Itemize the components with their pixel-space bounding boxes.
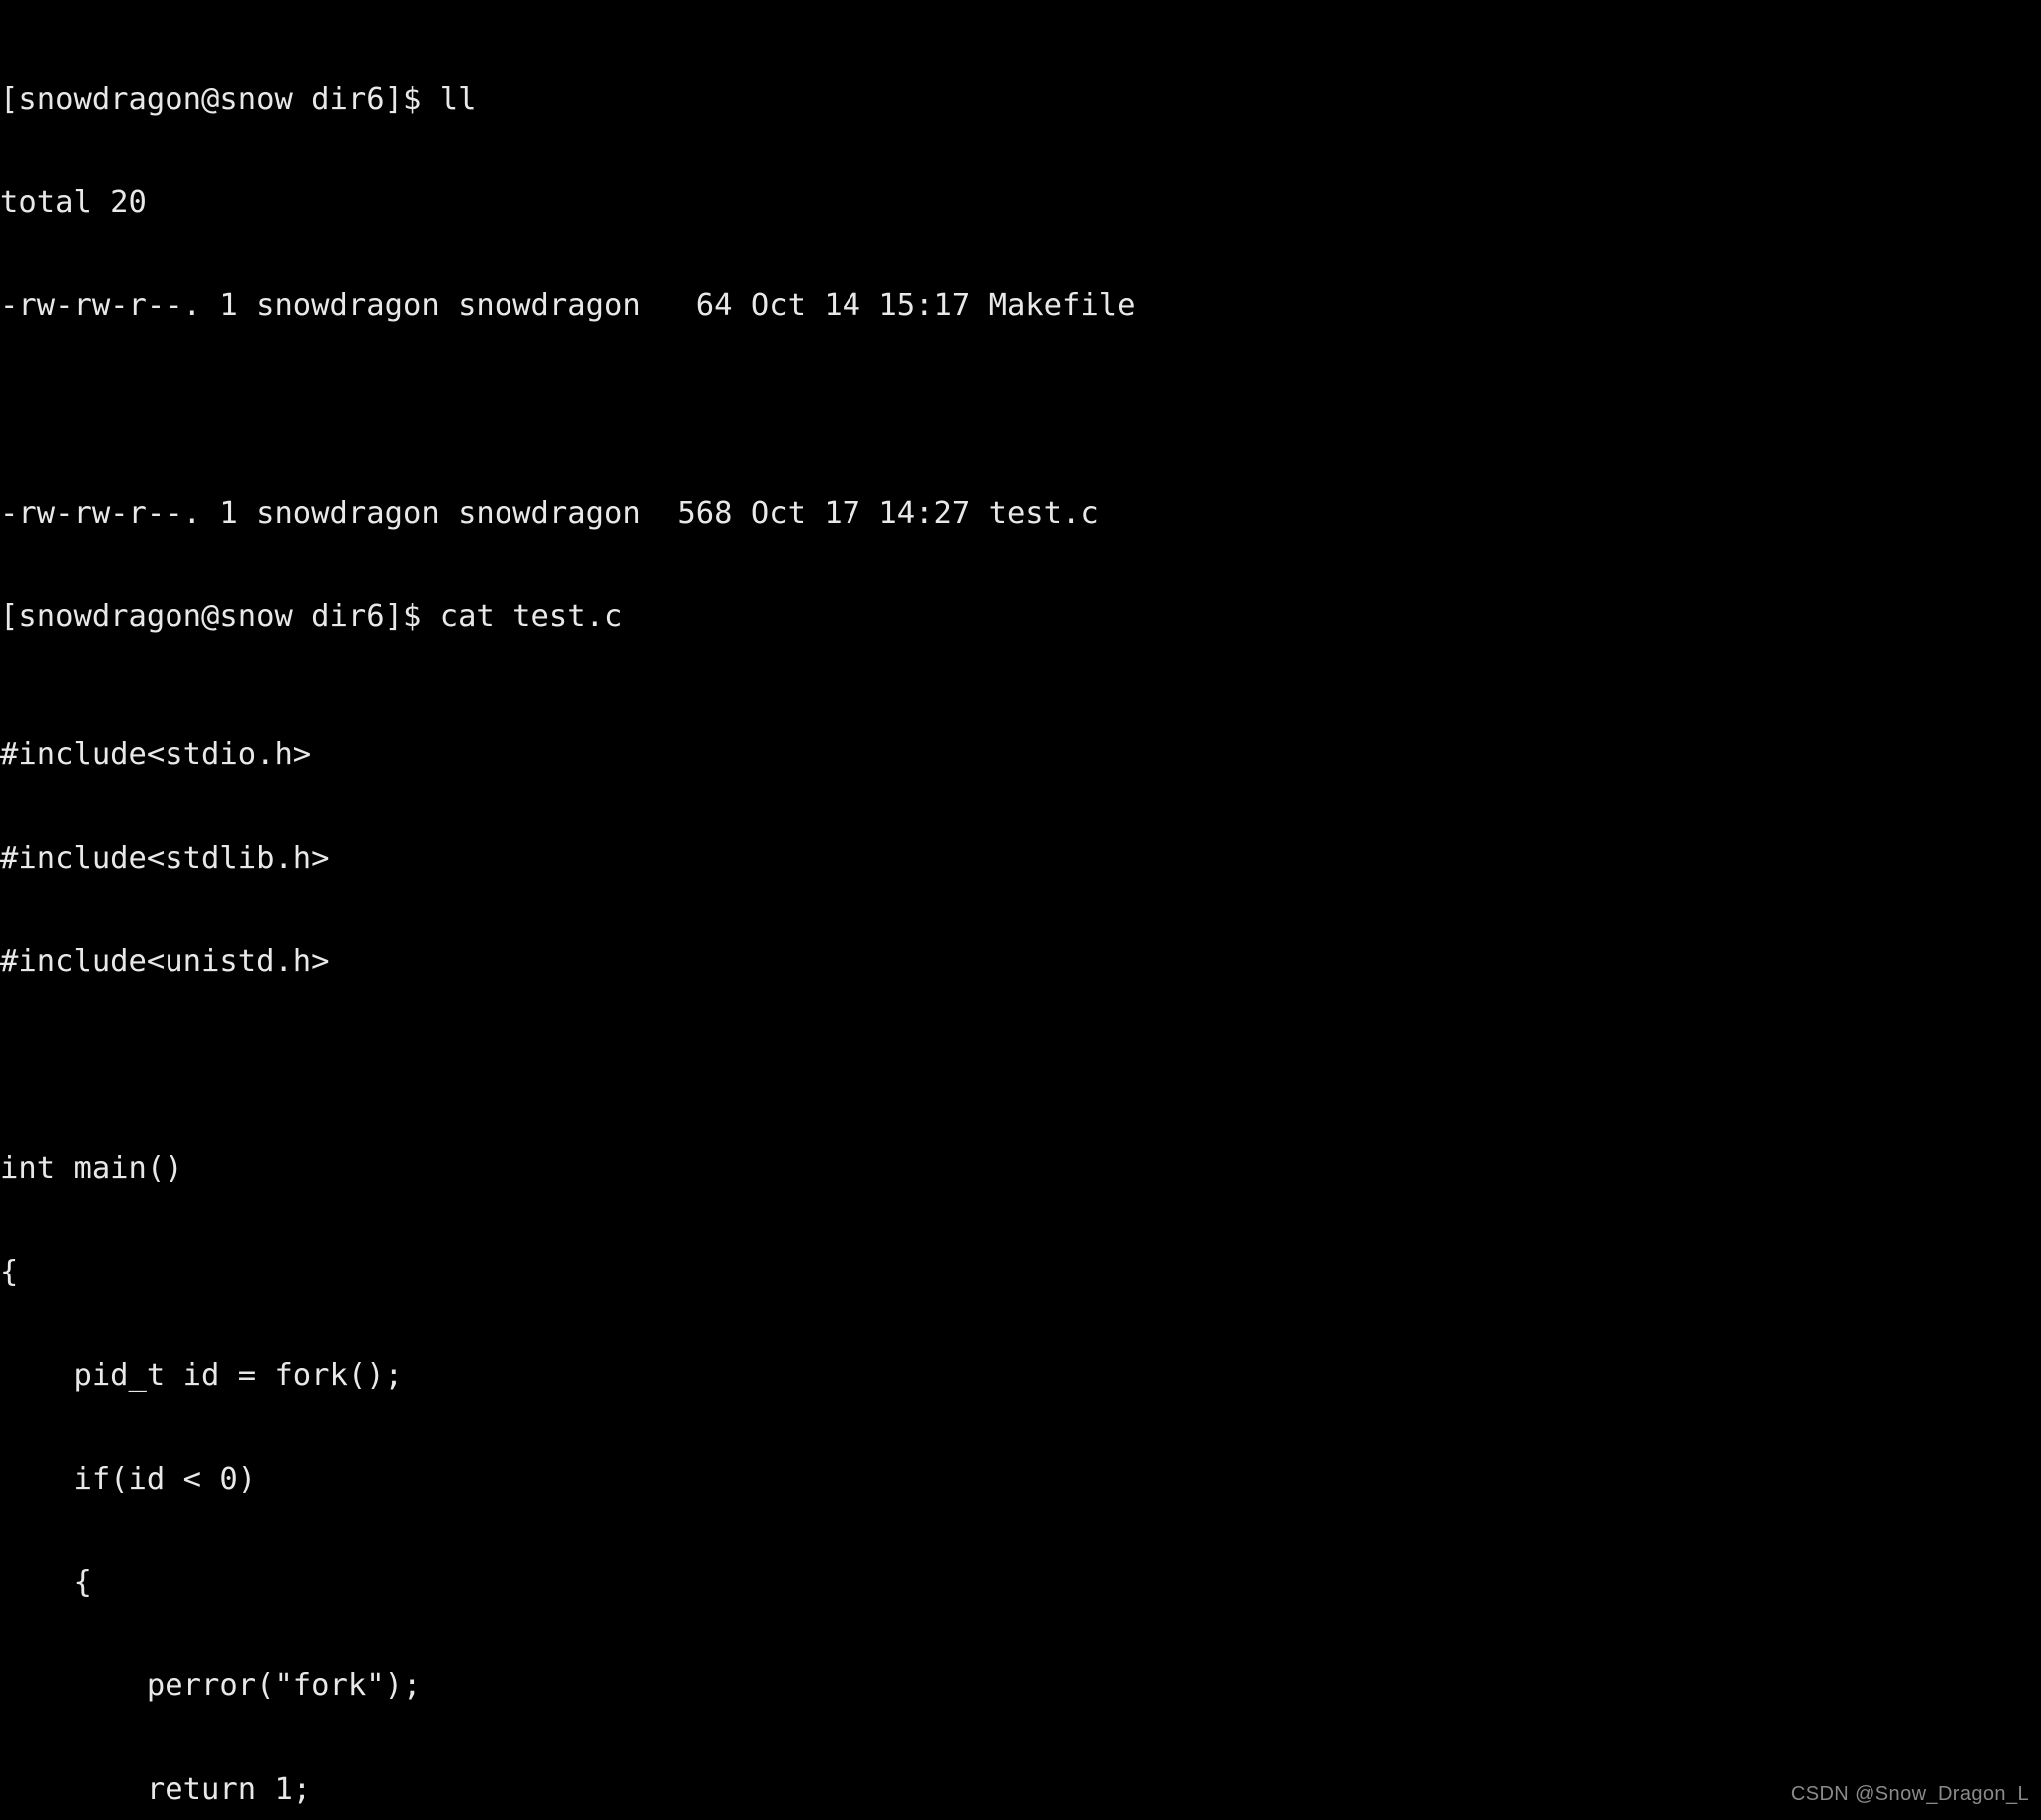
code-line-main-signature: int main() xyxy=(0,1152,183,1187)
code-line-fork-call: pid_t id = fork(); xyxy=(0,1358,403,1393)
terminal-window[interactable]: [snowdragon@snow dir6]$ ll total 20 -rw-… xyxy=(0,0,2041,1820)
terminal-line-command-cat: [snowdragon@snow dir6]$ cat test.c xyxy=(0,599,623,634)
code-line-include-unistd: #include<unistd.h> xyxy=(0,944,330,979)
terminal-line-file-testc: -rw-rw-r--. 1 snowdragon snowdragon 568 … xyxy=(0,496,1099,531)
csdn-watermark: CSDN @Snow_Dragon_L xyxy=(1790,1783,2029,1806)
code-line-blank-1 xyxy=(0,1048,2041,1083)
code-line-main-open-brace: { xyxy=(0,1255,19,1289)
terminal-line-file-test: -rwxrwxr-x. 1 snowdragon snowdragon 8664… xyxy=(0,393,2041,428)
file-row-prefix-test: -rwxrwxr-x. 1 snowdragon snowdragon 8664… xyxy=(110,427,1099,428)
code-line-if-id-negative: if(id < 0) xyxy=(0,1462,257,1497)
code-line-if-open-brace: { xyxy=(0,1566,92,1601)
code-line-perror-fork: perror("fork"); xyxy=(0,1669,422,1704)
terminal-line-file-makefile: -rw-rw-r--. 1 snowdragon snowdragon 64 O… xyxy=(0,289,1136,324)
code-line-return-1: return 1; xyxy=(0,1772,312,1807)
code-line-include-stdio: #include<stdio.h> xyxy=(0,738,312,773)
terminal-screen: [snowdragon@snow dir6]$ ll total 20 -rw-… xyxy=(0,0,2041,1820)
terminal-line-total: total 20 xyxy=(0,185,147,220)
code-line-include-stdlib: #include<stdlib.h> xyxy=(0,841,330,876)
file-name-test-executable: test xyxy=(1099,427,1172,428)
terminal-line-command-ll: [snowdragon@snow dir6]$ ll xyxy=(0,82,477,117)
